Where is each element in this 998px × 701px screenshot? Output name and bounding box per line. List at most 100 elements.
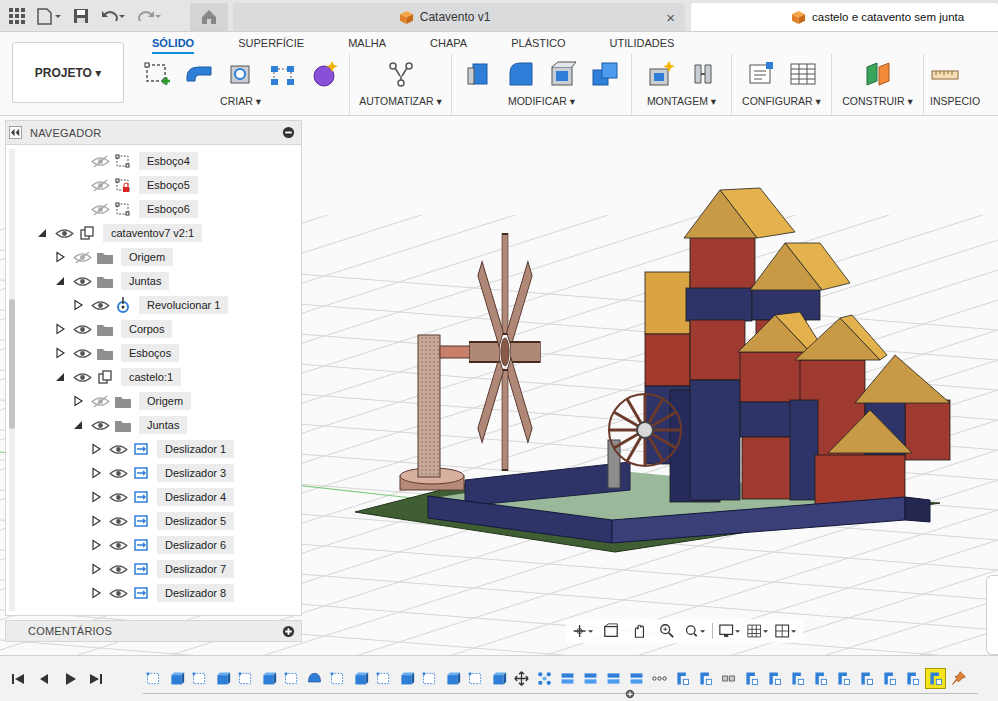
timeline-feature[interactable]	[166, 668, 187, 689]
timeline-feature[interactable]	[925, 668, 946, 689]
project-button[interactable]: PROJETO ▾	[12, 42, 124, 103]
expanded-arrow-icon[interactable]	[54, 275, 66, 287]
apps-grid-icon[interactable]	[8, 7, 26, 25]
file-menu-icon[interactable]	[36, 7, 62, 25]
hole-icon[interactable]	[226, 59, 256, 89]
plane-icon[interactable]	[863, 59, 893, 89]
display-settings-icon[interactable]	[719, 623, 741, 639]
automate-icon[interactable]	[386, 59, 416, 89]
collapsed-arrow-icon[interactable]	[90, 587, 102, 599]
collapsed-arrow-icon[interactable]	[90, 563, 102, 575]
go-to-end-icon[interactable]	[88, 671, 104, 687]
fit-icon[interactable]	[684, 623, 706, 639]
timeline-feature[interactable]	[235, 668, 256, 689]
timeline-feature[interactable]	[419, 668, 440, 689]
timeline-feature[interactable]	[350, 668, 371, 689]
tree-item[interactable]: Deslizador 6	[6, 533, 301, 557]
timeline-feature[interactable]	[327, 668, 348, 689]
tool-group-menu[interactable]: CONFIGURAR ▾	[742, 95, 821, 107]
viewports-icon[interactable]	[775, 623, 797, 639]
pan-icon[interactable]	[628, 623, 650, 639]
visible-eye-icon[interactable]	[109, 443, 128, 456]
timeline-feature[interactable]	[465, 668, 486, 689]
timeline-feature[interactable]	[212, 668, 233, 689]
new-component-icon[interactable]	[646, 59, 676, 89]
go-to-start-icon[interactable]	[10, 671, 26, 687]
collapsed-arrow-icon[interactable]	[72, 299, 84, 311]
tree-item[interactable]: Juntas	[6, 413, 301, 437]
timeline-feature[interactable]	[718, 668, 739, 689]
visible-eye-icon[interactable]	[91, 299, 110, 312]
timeline-feature[interactable]	[258, 668, 279, 689]
timeline-marker-icon[interactable]	[625, 689, 635, 699]
sketch-icon[interactable]	[142, 59, 172, 89]
comments-panel[interactable]: COMENTÁRIOS	[5, 620, 302, 642]
combine-icon[interactable]	[590, 59, 620, 89]
timeline-feature[interactable]	[649, 668, 670, 689]
timeline-feature[interactable]	[143, 668, 164, 689]
tree-item[interactable]: castelo:1	[6, 365, 301, 389]
save-icon[interactable]	[72, 7, 90, 25]
timeline-feature[interactable]	[281, 668, 302, 689]
document-tab[interactable]: Catavento v1 ×	[233, 3, 685, 31]
tree-item[interactable]: Esboços	[6, 341, 301, 365]
timeline-feature[interactable]	[695, 668, 716, 689]
tree-item[interactable]: Corpos	[6, 317, 301, 341]
play-icon[interactable]	[62, 671, 78, 687]
timeline-feature[interactable]	[534, 668, 555, 689]
close-tab-button[interactable]: ×	[656, 9, 685, 26]
workspace-tab[interactable]: CHAPA	[430, 37, 467, 54]
visible-eye-icon[interactable]	[109, 563, 128, 576]
undo-icon[interactable]	[100, 7, 126, 25]
timeline-feature[interactable]	[741, 668, 762, 689]
expanded-arrow-icon[interactable]	[72, 419, 84, 431]
fillet-icon[interactable]	[506, 59, 536, 89]
timeline-feature[interactable]	[764, 668, 785, 689]
tool-group-menu[interactable]: INSPECIO	[930, 95, 980, 107]
tool-group-menu[interactable]: MODIFICAR ▾	[508, 95, 575, 107]
visible-eye-icon[interactable]	[55, 227, 74, 240]
joint-icon[interactable]	[688, 59, 718, 89]
collapsed-arrow-icon[interactable]	[90, 515, 102, 527]
form-icon[interactable]	[310, 59, 340, 89]
workspace-tab[interactable]: SÓLIDO	[152, 37, 194, 54]
tool-group-menu[interactable]: CONSTRUIR ▾	[842, 95, 913, 107]
redo-icon[interactable]	[136, 7, 162, 25]
shell-icon[interactable]	[548, 59, 578, 89]
timeline-feature[interactable]	[626, 668, 647, 689]
visible-eye-icon[interactable]	[73, 347, 92, 360]
hidden-eye-icon[interactable]	[91, 203, 110, 216]
tree-item[interactable]: Origem	[6, 389, 301, 413]
timeline-feature[interactable]	[557, 668, 578, 689]
visible-eye-icon[interactable]	[109, 467, 128, 480]
orbit-icon[interactable]	[572, 623, 594, 639]
document-tab[interactable]: castelo e catavento sem junta	[691, 3, 998, 31]
tree-item[interactable]: Juntas	[6, 269, 301, 293]
tree-item[interactable]: Deslizador 5	[6, 509, 301, 533]
timeline-feature[interactable]	[833, 668, 854, 689]
timeline-feature[interactable]	[580, 668, 601, 689]
tree-item[interactable]: cataventov7 v2:1	[6, 221, 301, 245]
hidden-eye-icon[interactable]	[91, 155, 110, 168]
tool-group-menu[interactable]: CRIAR ▾	[220, 95, 261, 107]
scrollbar[interactable]	[9, 149, 15, 611]
visible-eye-icon[interactable]	[91, 419, 110, 432]
timeline-feature[interactable]	[787, 668, 808, 689]
windmill-model[interactable]	[400, 234, 681, 490]
timeline-feature[interactable]	[488, 668, 509, 689]
tree-item[interactable]: Revolucionar 1	[6, 293, 301, 317]
hidden-eye-icon[interactable]	[91, 395, 110, 408]
side-panel-handle[interactable]	[986, 575, 998, 655]
press-pull-icon[interactable]	[464, 59, 494, 89]
collapsed-arrow-icon[interactable]	[54, 347, 66, 359]
tree-item[interactable]: Esboço6	[6, 197, 301, 221]
tree-item[interactable]: Deslizador 4	[6, 485, 301, 509]
grid-settings-icon[interactable]	[747, 623, 769, 639]
visible-eye-icon[interactable]	[73, 323, 92, 336]
parameters-icon[interactable]	[746, 59, 776, 89]
minimize-icon[interactable]	[282, 126, 295, 139]
tree-item[interactable]: Origem	[6, 245, 301, 269]
timeline-feature[interactable]	[511, 668, 532, 689]
collapsed-arrow-icon[interactable]	[90, 467, 102, 479]
collapsed-arrow-icon[interactable]	[54, 323, 66, 335]
